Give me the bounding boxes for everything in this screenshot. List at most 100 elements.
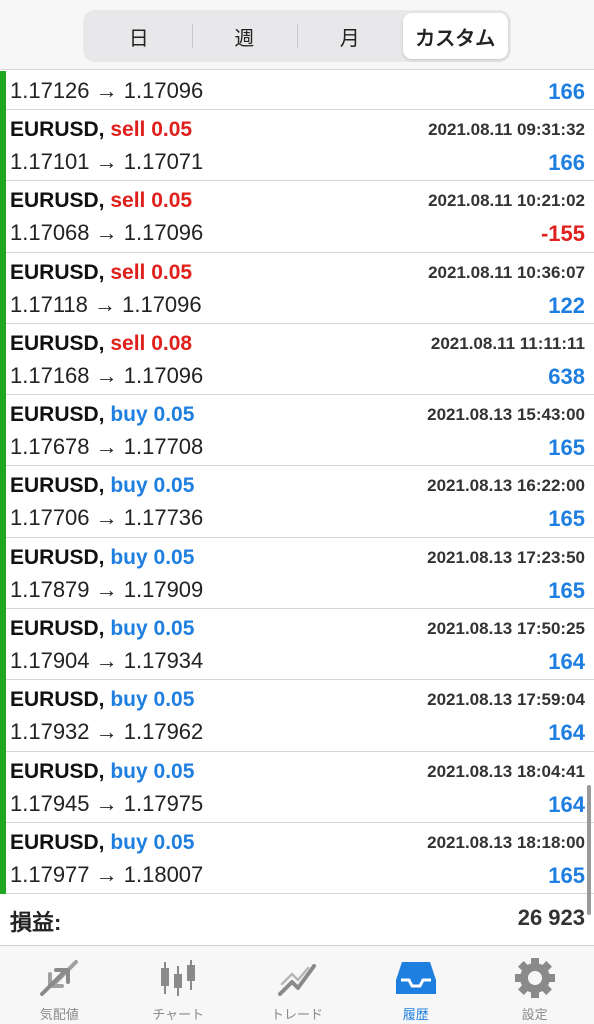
price-range: 1.17977 → 1.18007: [10, 861, 204, 887]
profit-value: 638: [548, 363, 585, 389]
side-volume: sell 0.05: [110, 260, 193, 284]
trade-title: EURUSD, buy 0.05: [10, 403, 194, 427]
profit-value: 165: [548, 862, 585, 888]
side-volume: buy 0.05: [110, 830, 195, 854]
gear-icon: [514, 958, 555, 998]
symbol-label: EURUSD,: [10, 260, 105, 284]
quotes-icon: [40, 960, 79, 996]
tab-trade[interactable]: トレード: [238, 946, 357, 1024]
tab-label: 履歴: [402, 1007, 429, 1022]
price-range: 1.17932 → 1.17962: [10, 719, 204, 745]
trade-title: EURUSD, buy 0.05: [10, 688, 194, 712]
profit-label: 損益:: [10, 910, 62, 935]
top-bar: 日 週 月 カスタム: [0, 0, 594, 70]
trade-icon: [277, 964, 316, 996]
table-row[interactable]: EURUSD, sell 0.05 2021.08.11 10:36:07 1.17…: [0, 252, 594, 325]
side-volume: sell 0.05: [110, 118, 193, 141]
trade-title: EURUSD, sell 0.05: [10, 118, 192, 142]
trade-title: EURUSD, buy 0.05: [10, 617, 194, 641]
side-volume: buy 0.05: [110, 403, 195, 427]
history-icon: [395, 962, 436, 994]
symbol-label: EURUSD,: [10, 545, 105, 569]
tab-label: 気配値: [39, 1007, 79, 1022]
side-volume: buy 0.05: [110, 688, 195, 712]
table-row[interactable]: EURUSD, buy 0.05 2021.08.13 18:04:41 1.179…: [0, 751, 594, 824]
symbol-label: EURUSD,: [10, 759, 105, 783]
price-range: 1.17101 → 1.17071: [10, 149, 204, 174]
profit-value: -155: [540, 221, 585, 247]
trade-title: EURUSD, buy 0.05: [10, 546, 194, 570]
summary-row: 損益: 26 923: [0, 896, 594, 948]
tab-month[interactable]: 月: [297, 13, 403, 59]
table-row[interactable]: EURUSD, sell 0.08 2021.08.11 11:11:11 1.17…: [0, 323, 594, 396]
trade-title: EURUSD, buy 0.05: [10, 474, 194, 498]
side-volume: sell 0.08: [110, 331, 193, 355]
table-row[interactable]: EURUSD, buy 0.05 2021.08.13 17:23:50 1.178…: [0, 537, 594, 610]
profit-value: 165: [548, 577, 585, 603]
chart-icon: [161, 960, 196, 996]
side-volume: buy 0.05: [110, 545, 195, 569]
table-row[interactable]: 1.17126 → 1.17096 166: [0, 71, 594, 110]
side-volume: sell 0.05: [110, 189, 193, 213]
price-range: 1.17068 → 1.17096: [10, 220, 204, 246]
price-range: 1.17678 → 1.17708: [10, 434, 204, 460]
symbol-label: EURUSD,: [10, 617, 105, 641]
close-time: 2021.08.13 17:50:25: [427, 619, 585, 639]
table-row[interactable]: EURUSD, buy 0.05 2021.08.13 16:22:00 1.177…: [0, 466, 594, 539]
trade-title: EURUSD, sell 0.05: [10, 189, 192, 213]
side-volume: buy 0.05: [110, 759, 195, 783]
table-row[interactable]: EURUSD, buy 0.05 2021.08.13 18:18:00 1.179…: [0, 822, 594, 895]
trade-history-list[interactable]: 1.17126 → 1.17096 166 EURUSD, sell 0.05 2…: [0, 71, 594, 895]
symbol-label: EURUSD,: [10, 189, 105, 213]
tab-settings[interactable]: 設定: [475, 946, 594, 1024]
price-range: 1.17904 → 1.17934: [10, 648, 204, 674]
tab-label: チャート: [152, 1007, 205, 1022]
price-range: 1.17118 → 1.17096: [10, 291, 202, 317]
symbol-label: EURUSD,: [10, 474, 105, 498]
close-time: 2021.08.13 18:18:00: [427, 832, 585, 852]
tab-history[interactable]: 履歴: [356, 946, 475, 1024]
profit-value: 164: [548, 720, 585, 746]
profit-value: 122: [548, 292, 585, 318]
side-volume: buy 0.05: [110, 474, 195, 498]
close-time: 2021.08.11 09:31:32: [428, 120, 585, 139]
profit-total: 26 923: [517, 905, 585, 930]
trade-title: EURUSD, buy 0.05: [10, 831, 194, 855]
symbol-label: EURUSD,: [10, 331, 105, 355]
scrollbar[interactable]: [587, 785, 591, 915]
profit-value: 164: [548, 791, 585, 817]
tab-week[interactable]: 週: [191, 13, 298, 59]
close-time: 2021.08.11 10:36:07: [428, 262, 585, 282]
table-row[interactable]: EURUSD, buy 0.05 2021.08.13 17:59:04 1.179…: [0, 680, 594, 752]
trade-title: EURUSD, buy 0.05: [10, 760, 194, 784]
profit-value: 166: [548, 150, 585, 175]
tab-quotes[interactable]: 気配値: [0, 946, 119, 1024]
period-segmented-control: 日 週 月 カスタム: [83, 10, 511, 62]
close-time: 2021.08.11 11:11:11: [430, 333, 585, 353]
profit-value: 166: [548, 79, 585, 104]
tab-day[interactable]: 日: [86, 13, 192, 59]
close-time: 2021.08.13 18:04:41: [427, 761, 585, 781]
close-time: 2021.08.11 10:21:02: [428, 191, 585, 211]
trade-title: EURUSD, sell 0.05: [10, 261, 192, 285]
symbol-label: EURUSD,: [10, 830, 105, 854]
tab-label: 設定: [521, 1007, 548, 1022]
tab-label: トレード: [270, 1007, 323, 1022]
tab-custom[interactable]: カスタム: [402, 13, 508, 59]
profit-value: 165: [548, 506, 585, 532]
profit-value: 164: [548, 649, 585, 675]
table-row[interactable]: EURUSD, buy 0.05 2021.08.13 17:50:25 1.179…: [0, 609, 594, 681]
close-time: 2021.08.13 15:43:00: [427, 405, 585, 425]
table-row[interactable]: EURUSD, sell 0.05 2021.08.11 09:31:32 1.17…: [0, 110, 594, 182]
symbol-label: EURUSD,: [10, 118, 105, 141]
table-row[interactable]: EURUSD, buy 0.05 2021.08.13 15:43:00 1.176…: [0, 395, 594, 467]
price-range: 1.17126 → 1.17096: [10, 78, 204, 103]
profit-value: 165: [548, 435, 585, 461]
close-time: 2021.08.13 17:59:04: [427, 690, 585, 710]
price-range: 1.17706 → 1.17736: [10, 505, 204, 531]
bottom-tab-bar: 気配値 チャート トレード 履歴 設定: [0, 945, 594, 1024]
tab-chart[interactable]: チャート: [119, 946, 238, 1024]
price-range: 1.17168 → 1.17096: [10, 362, 204, 388]
trade-title: EURUSD, sell 0.08: [10, 332, 192, 356]
table-row[interactable]: EURUSD, sell 0.05 2021.08.11 10:21:02 1.17…: [0, 181, 594, 253]
